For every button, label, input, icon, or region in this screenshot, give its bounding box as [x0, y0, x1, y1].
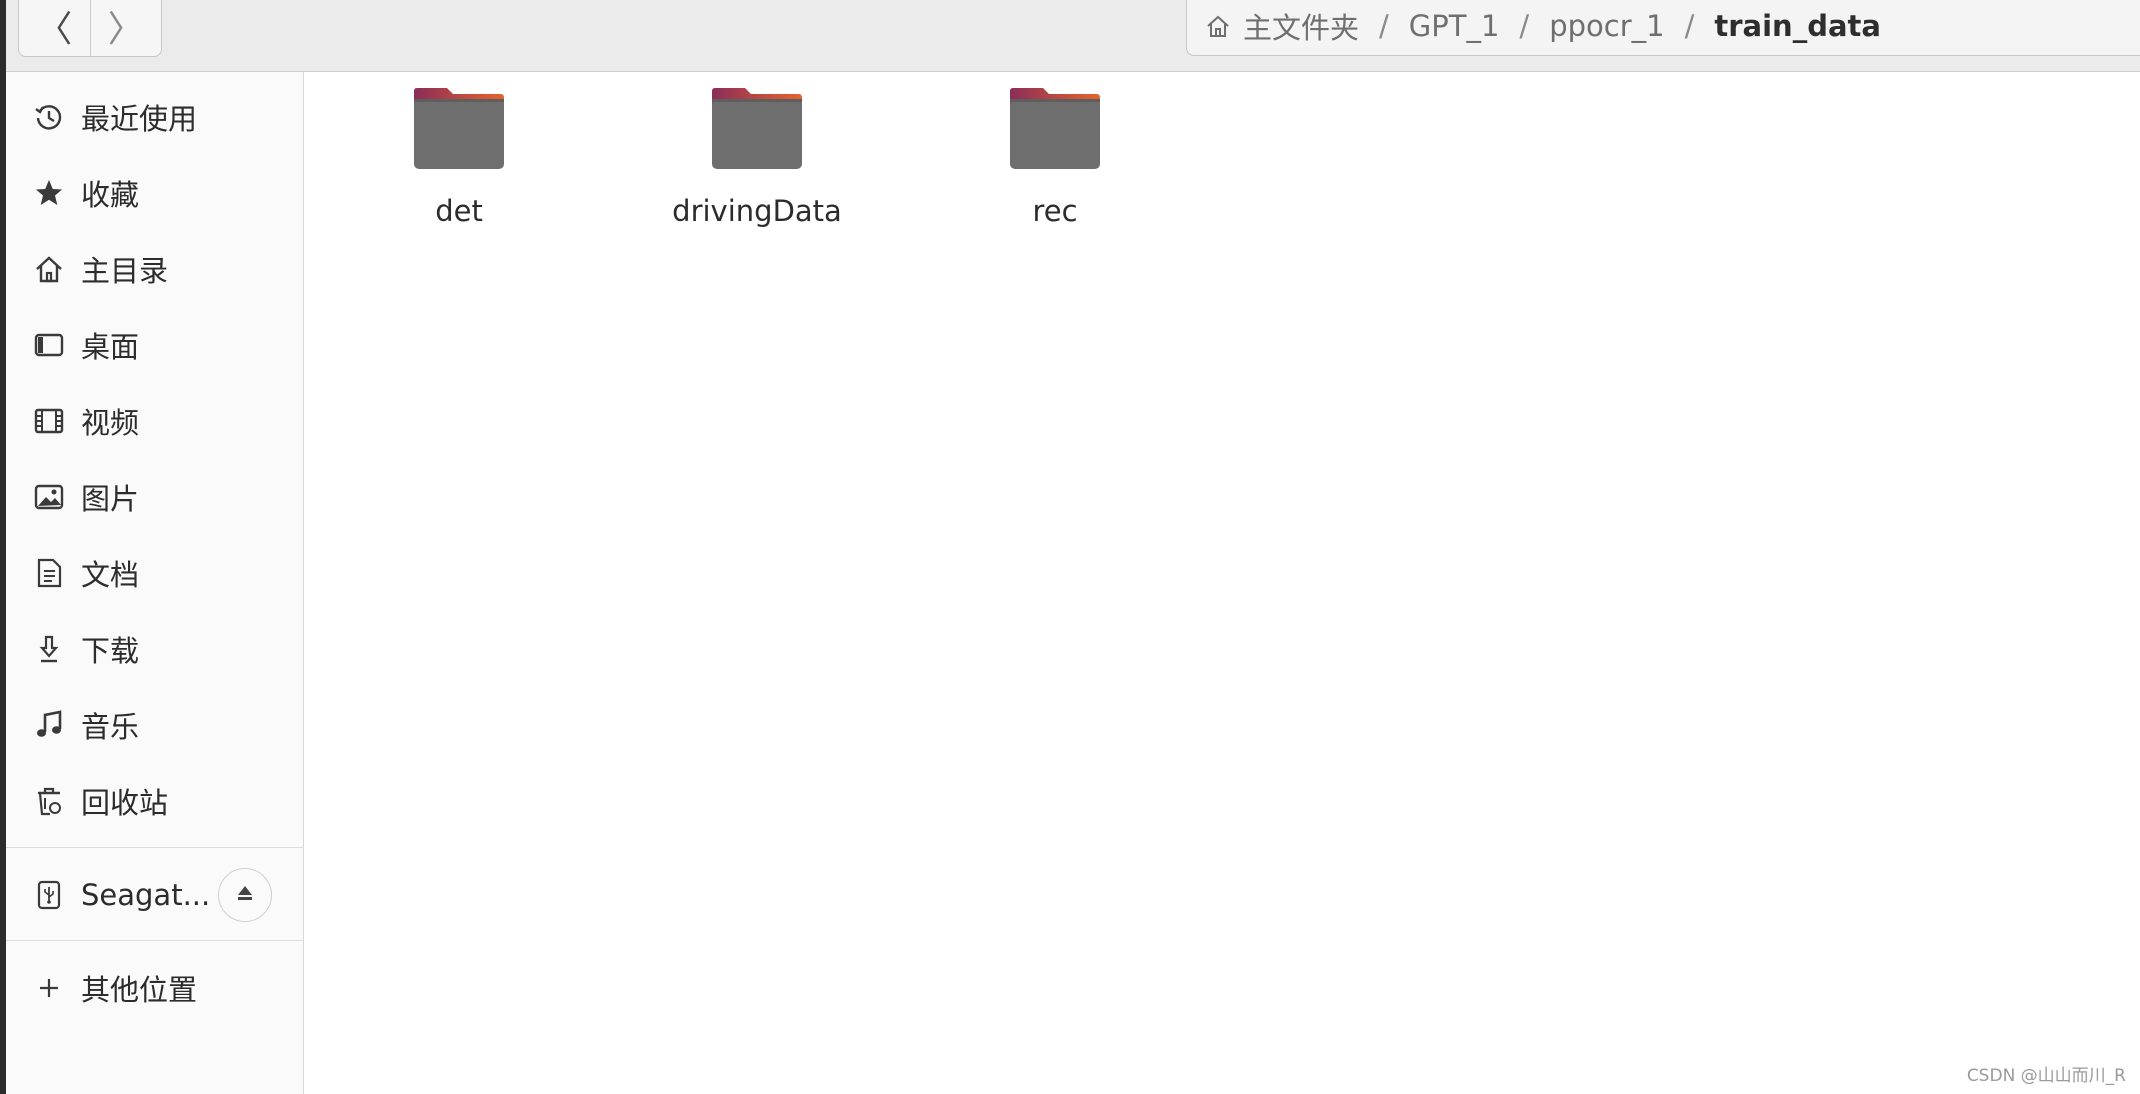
download-icon: [32, 632, 66, 666]
sidebar-item-other-locations[interactable]: 其他位置: [6, 957, 303, 1019]
sidebar-item-starred[interactable]: 收藏: [6, 162, 303, 224]
sidebar-item-music[interactable]: 音乐: [6, 694, 303, 756]
breadcrumb-item[interactable]: ppocr_1: [1549, 9, 1664, 43]
folder-name: det: [435, 194, 483, 228]
chevron-right-icon: 〉: [107, 9, 144, 50]
chevron-left-icon: 〈: [36, 9, 73, 50]
sidebar-item-pictures[interactable]: 图片: [6, 466, 303, 528]
breadcrumb-separator: /: [1684, 8, 1695, 43]
music-icon: [32, 708, 66, 742]
sidebar-item-videos[interactable]: 视频: [6, 390, 303, 452]
folder-name: rec: [1032, 194, 1078, 228]
breadcrumb-label: 主文件夹: [1243, 10, 1360, 45]
sidebar-item-label: 下载: [81, 634, 140, 668]
file-manager-window: 〈 〉 主文件夹 / GPT_1 / ppocr_1 / train_data …: [0, 0, 2140, 1094]
folder-item[interactable]: drivingData: [657, 86, 857, 236]
sidebar-item-label: 视频: [81, 406, 140, 440]
sidebar-item-label: 图片: [81, 482, 140, 516]
plus-icon: [32, 971, 66, 1005]
watermark: CSDN @山山而川_R: [1966, 1066, 2126, 1086]
eject-button[interactable]: [218, 868, 272, 922]
breadcrumb-separator: /: [1379, 8, 1389, 43]
sidebar-item-documents[interactable]: 文档: [6, 542, 303, 604]
sidebar-item-label: Seagat...: [81, 878, 211, 912]
clock-icon: [32, 100, 66, 134]
sidebar-item-label: 音乐: [81, 710, 140, 744]
folder-item[interactable]: det: [359, 86, 559, 236]
sidebar-item-label: 最近使用: [81, 102, 198, 136]
sidebar-separator: [6, 847, 303, 848]
star-icon: [32, 176, 66, 210]
sidebar-item-label: 收藏: [81, 178, 140, 212]
sidebar-item-label: 主目录: [81, 254, 169, 288]
folder-icon: [1009, 86, 1101, 170]
breadcrumb-separator: /: [1519, 8, 1530, 43]
forward-button[interactable]: 〉: [89, 0, 162, 56]
breadcrumb-item[interactable]: GPT_1: [1409, 9, 1500, 43]
breadcrumb-home[interactable]: 主文件夹: [1205, 5, 1359, 47]
sidebar-item-device[interactable]: Seagat...: [6, 864, 303, 926]
home-icon: [1205, 13, 1231, 39]
sidebar-item-desktop[interactable]: 桌面: [6, 314, 303, 376]
sidebar-item-label: 文档: [81, 558, 140, 592]
sidebar: 最近使用 收藏 主目录 桌面 视频 图片 文档 下载 音乐 回收站 Seagat…: [6, 72, 304, 1094]
folder-name: drivingData: [672, 194, 842, 228]
usb-drive-icon: [32, 878, 66, 912]
navigation-buttons: 〈 〉: [18, 0, 162, 57]
header-bar: 〈 〉 主文件夹 / GPT_1 / ppocr_1 / train_data: [6, 0, 2140, 72]
film-icon: [32, 404, 66, 438]
sidebar-item-label: 其他位置: [81, 973, 198, 1007]
eject-icon: [235, 883, 255, 907]
folder-item[interactable]: rec: [955, 86, 1155, 236]
sidebar-item-downloads[interactable]: 下载: [6, 618, 303, 680]
desktop-icon: [32, 328, 66, 362]
trash-icon: [32, 784, 66, 818]
sidebar-item-home[interactable]: 主目录: [6, 238, 303, 300]
breadcrumb-current[interactable]: train_data: [1714, 9, 1881, 43]
back-button[interactable]: 〈: [19, 0, 90, 56]
folder-icon: [711, 86, 803, 170]
breadcrumb: 主文件夹 / GPT_1 / ppocr_1 / train_data: [1186, 0, 2140, 56]
sidebar-item-label: 桌面: [81, 330, 140, 364]
image-icon: [32, 480, 66, 514]
home-icon: [32, 252, 66, 286]
sidebar-item-recent[interactable]: 最近使用: [6, 86, 303, 148]
folder-icon: [413, 86, 505, 170]
sidebar-separator: [6, 940, 303, 941]
sidebar-item-trash[interactable]: 回收站: [6, 770, 303, 832]
document-icon: [32, 556, 66, 590]
sidebar-item-label: 回收站: [81, 786, 169, 820]
file-grid: det drivingData rec CSDN @山山而川_R: [304, 72, 2140, 1094]
